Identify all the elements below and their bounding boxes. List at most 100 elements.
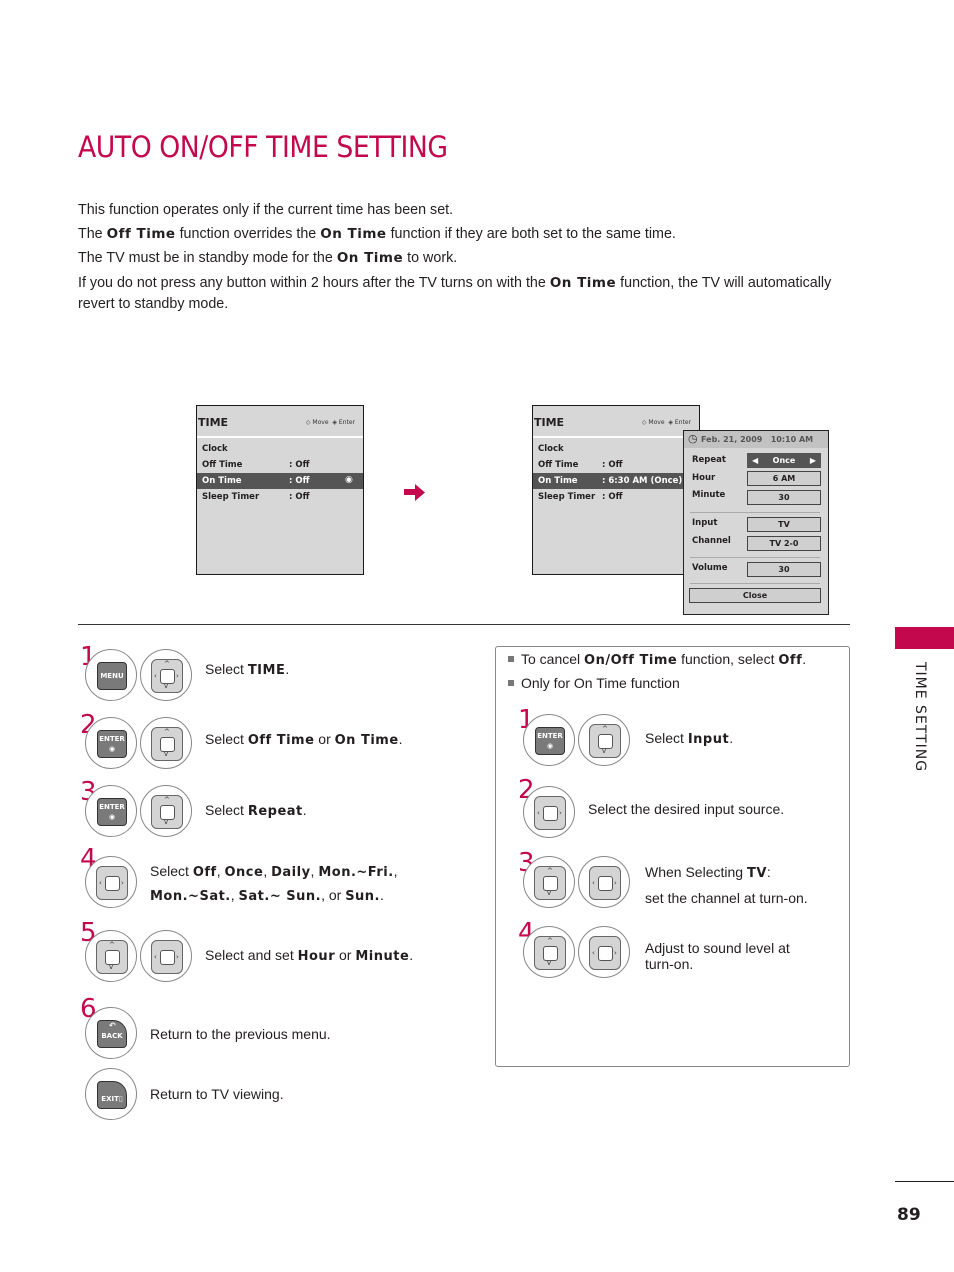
enter-button[interactable]: ENTER ◉ bbox=[97, 798, 127, 826]
pad-center bbox=[598, 946, 613, 961]
arrow-left-icon: ‹ bbox=[99, 879, 102, 887]
menu-hint: ◇ Move ◈ Enter bbox=[305, 419, 355, 426]
minute-label: Minute bbox=[692, 490, 726, 500]
up-down-pad[interactable]: ^ v bbox=[589, 724, 621, 758]
input-field[interactable]: TV bbox=[747, 517, 821, 532]
menu-title: TIME bbox=[534, 416, 565, 429]
arrow-left-icon[interactable]: ◀ bbox=[752, 454, 758, 467]
arrow-right-icon[interactable]: ▶ bbox=[810, 454, 816, 467]
back-button[interactable]: ↶ BACK bbox=[97, 1020, 127, 1048]
note-bullet: To cancel On/Off Time function, select O… bbox=[508, 651, 806, 668]
arrow-up-icon: ^ bbox=[602, 725, 608, 733]
exit-button[interactable]: EXIT▯ bbox=[97, 1081, 127, 1109]
step-instruction: Return to TV viewing. bbox=[150, 1086, 284, 1102]
enter-button[interactable]: ENTER ◉ bbox=[97, 730, 127, 758]
arrow-left-icon: ‹ bbox=[537, 809, 540, 817]
step-instruction: Return to the previous menu. bbox=[150, 1026, 331, 1042]
menu-item-off-time[interactable]: Off Time: Off bbox=[533, 457, 699, 473]
pad-center bbox=[598, 876, 613, 891]
menu-item-clock[interactable]: Clock bbox=[197, 441, 363, 457]
hour-label: Hour bbox=[692, 473, 716, 483]
menu-item-off-time[interactable]: Off Time: Off bbox=[197, 457, 363, 473]
up-down-pad[interactable]: ^ v bbox=[534, 866, 566, 900]
back-icon: ↶ bbox=[109, 1021, 116, 1030]
arrow-up-icon: ^ bbox=[547, 867, 553, 875]
arrow-down-icon: v bbox=[164, 682, 169, 690]
arrow-right-icon bbox=[404, 484, 425, 501]
popup-header: ◷ Feb. 21, 2009 10:10 AM bbox=[684, 431, 828, 448]
step-instruction: When Selecting TV: set the channel at tur… bbox=[645, 864, 808, 906]
menu-item-clock[interactable]: Clock bbox=[533, 441, 699, 457]
close-button[interactable]: Close bbox=[689, 588, 821, 603]
note-bullet: Only for On Time function bbox=[508, 675, 680, 691]
menu-item-on-time[interactable]: On Time: 6:30 AM (Once) bbox=[533, 473, 699, 489]
enter-icon: ◈ bbox=[332, 419, 337, 426]
arrow-up-icon: ^ bbox=[164, 796, 170, 804]
remote-button-circle: ENTER ◉ bbox=[523, 714, 575, 766]
left-right-pad[interactable]: ‹ › bbox=[151, 940, 183, 974]
step-instruction: Select Repeat. bbox=[205, 802, 307, 819]
remote-button-circle: MENU bbox=[85, 649, 137, 701]
bullet-icon bbox=[508, 656, 514, 662]
clock-icon: ◷ bbox=[688, 432, 698, 445]
channel-field[interactable]: TV 2-0 bbox=[747, 536, 821, 551]
repeat-label: Repeat bbox=[692, 455, 726, 465]
time-menu-screen-2: TIME ◇ Move ◈ Enter Clock Off Time: Off … bbox=[532, 405, 700, 575]
left-right-pad[interactable]: ‹ › bbox=[534, 796, 566, 830]
menu-header: TIME ◇ Move ◈ Enter bbox=[533, 406, 699, 438]
arrow-left-icon: ‹ bbox=[592, 879, 595, 887]
step-instruction: Select TIME. bbox=[205, 661, 290, 678]
arrow-right-icon: › bbox=[176, 672, 179, 680]
pad-center bbox=[160, 950, 175, 965]
divider bbox=[690, 557, 820, 558]
remote-button-circle: ‹ › bbox=[578, 926, 630, 978]
intro-line-2: The Off Time function overrides the On T… bbox=[78, 226, 676, 242]
menu-item-on-time[interactable]: On Time: Off ◉ bbox=[197, 473, 363, 489]
remote-button-circle: ENTER ◉ bbox=[85, 717, 137, 769]
page-number: 89 bbox=[897, 1205, 921, 1225]
minute-field[interactable]: 30 bbox=[747, 490, 821, 505]
on-time-popup: ◷ Feb. 21, 2009 10:10 AM Repeat ◀ Once ▶… bbox=[683, 430, 829, 615]
menu-item-sleep-timer[interactable]: Sleep Timer: Off bbox=[197, 489, 363, 505]
footer-rule bbox=[895, 1181, 954, 1182]
left-right-pad[interactable]: ‹ › bbox=[589, 866, 621, 900]
section-tab-label: TIME SETTING bbox=[912, 662, 928, 773]
remote-button-circle: ENTER ◉ bbox=[85, 785, 137, 837]
menu-item-sleep-timer[interactable]: Sleep Timer: Off bbox=[533, 489, 699, 505]
volume-field[interactable]: 30 bbox=[747, 562, 821, 577]
menu-header: TIME ◇ Move ◈ Enter bbox=[197, 406, 363, 438]
arrow-down-icon: v bbox=[109, 963, 114, 971]
section-tab-marker bbox=[895, 627, 954, 649]
arrow-down-icon: v bbox=[164, 750, 169, 758]
four-way-pad[interactable]: ^ v ‹ › bbox=[151, 659, 183, 693]
enter-button[interactable]: ENTER ◉ bbox=[535, 727, 565, 755]
left-right-pad[interactable]: ‹ › bbox=[589, 936, 621, 970]
input-label: Input bbox=[692, 518, 718, 528]
up-down-pad[interactable]: ^ v bbox=[96, 940, 128, 974]
up-down-pad[interactable]: ^ v bbox=[534, 936, 566, 970]
remote-button-circle: ↶ BACK bbox=[85, 1007, 137, 1059]
remote-button-circle: ‹ › bbox=[85, 856, 137, 908]
remote-button-circle: ^ v bbox=[140, 785, 192, 837]
intro-text: This function operates only if the curre… bbox=[78, 198, 858, 315]
arrow-up-icon: ^ bbox=[164, 728, 170, 736]
hour-field[interactable]: 6 AM bbox=[747, 471, 821, 486]
pad-center bbox=[105, 876, 120, 891]
menu-button[interactable]: MENU bbox=[97, 662, 127, 690]
remote-button-circle: ^ v bbox=[140, 717, 192, 769]
time-menu-screen-1: TIME ◇ Move ◈ Enter Clock Off Time: Off … bbox=[196, 405, 364, 575]
up-down-pad[interactable]: ^ v bbox=[151, 795, 183, 829]
step-instruction: Select and set Hour or Minute. bbox=[205, 947, 414, 964]
bullet-icon bbox=[508, 680, 514, 686]
arrow-right-icon: › bbox=[121, 879, 124, 887]
menu-hint: ◇ Move ◈ Enter bbox=[641, 419, 691, 426]
up-down-pad[interactable]: ^ v bbox=[151, 727, 183, 761]
remote-button-circle: ^ v bbox=[85, 930, 137, 982]
enter-icon: ◉ bbox=[108, 813, 116, 821]
section-divider bbox=[78, 624, 850, 625]
remote-button-circle: ^ v bbox=[523, 856, 575, 908]
left-right-pad[interactable]: ‹ › bbox=[96, 866, 128, 900]
enter-icon: ◉ bbox=[345, 475, 353, 485]
repeat-selector[interactable]: ◀ Once ▶ bbox=[747, 453, 821, 468]
enter-icon: ◈ bbox=[668, 419, 673, 426]
